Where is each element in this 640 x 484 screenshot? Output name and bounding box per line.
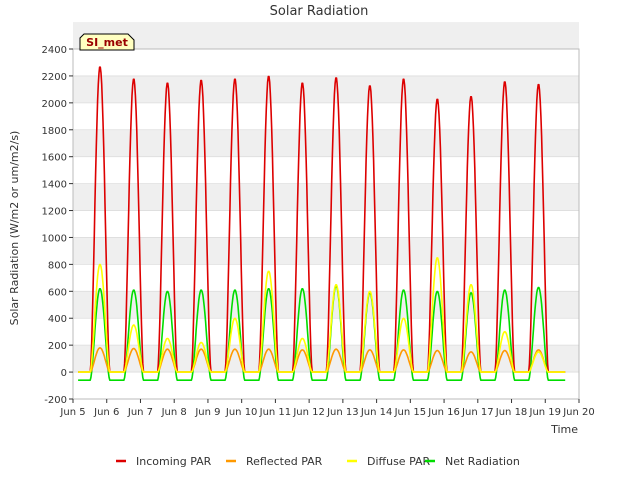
grid-bands (73, 22, 579, 400)
y-tick-label: -200 (44, 395, 67, 406)
x-tick-label: Jun 10 (225, 407, 258, 418)
solar-radiation-chart: -200 0 200 400 600 800 1000 1200 1400 1600 1800 200… (0, 0, 640, 480)
grid-band (73, 22, 579, 49)
x-tick-label: Jun 7 (127, 407, 153, 418)
x-tick-label: Jun 16 (427, 407, 460, 418)
x-tick-label: Jun 20 (562, 407, 595, 418)
y-tick-label: 2200 (42, 72, 67, 83)
x-tick-label: Jun 6 (93, 407, 119, 418)
x-tick-label: Jun 11 (259, 407, 292, 418)
y-tick-label: 1200 (42, 207, 67, 218)
chart-svg: -200 0 200 400 600 800 1000 1200 1400 1600 1800 200… (8, 4, 595, 468)
site-label: SI_met (86, 36, 128, 49)
x-tick-label: Jun 5 (59, 407, 85, 418)
y-tick-label: 600 (48, 287, 67, 298)
x-tick-label: Jun 18 (495, 407, 528, 418)
legend-entry: Reflected PAR (246, 455, 323, 468)
legend-entry: Incoming PAR (136, 455, 212, 468)
y-tick-label: 1600 (42, 153, 67, 164)
y-tick-label: 200 (48, 341, 67, 352)
grid-band (73, 129, 579, 157)
x-tick-label: Jun 8 (161, 407, 187, 418)
grid-band (73, 237, 579, 265)
site-label-badge: SI_met (79, 33, 135, 51)
y-tick-label: 1400 (42, 180, 67, 191)
y-tick-label: 1000 (42, 233, 67, 244)
legend: Incoming PAR Reflected PAR Diffuse PAR Net … (116, 455, 520, 468)
x-tick-label: Jun 19 (529, 407, 562, 418)
x-tick-label: Jun 15 (394, 407, 427, 418)
x-tick-label: Jun 12 (292, 407, 325, 418)
y-tick-label: 2000 (42, 99, 67, 110)
legend-entry: Diffuse PAR (367, 455, 431, 468)
y-tick-label: 1800 (42, 126, 67, 137)
x-tick-label: Jun 17 (461, 407, 494, 418)
x-tick-label: Jun 9 (194, 407, 220, 418)
y-axis-label: Solar Radiation (W/m2 or um/m2/s) (8, 131, 21, 326)
chart-title: Solar Radiation (270, 4, 369, 19)
y-tick-label: 400 (48, 314, 67, 325)
x-tick-label: Jun 13 (326, 407, 359, 418)
x-axis-label: Time (550, 423, 578, 436)
grid-band (73, 183, 579, 211)
x-tick-label: Jun 14 (360, 407, 393, 418)
y-tick-label: 0 (61, 368, 67, 379)
y-tick-label: 2400 (42, 45, 67, 56)
legend-entry: Net Radiation (445, 455, 520, 468)
y-tick-label: 800 (48, 260, 67, 271)
